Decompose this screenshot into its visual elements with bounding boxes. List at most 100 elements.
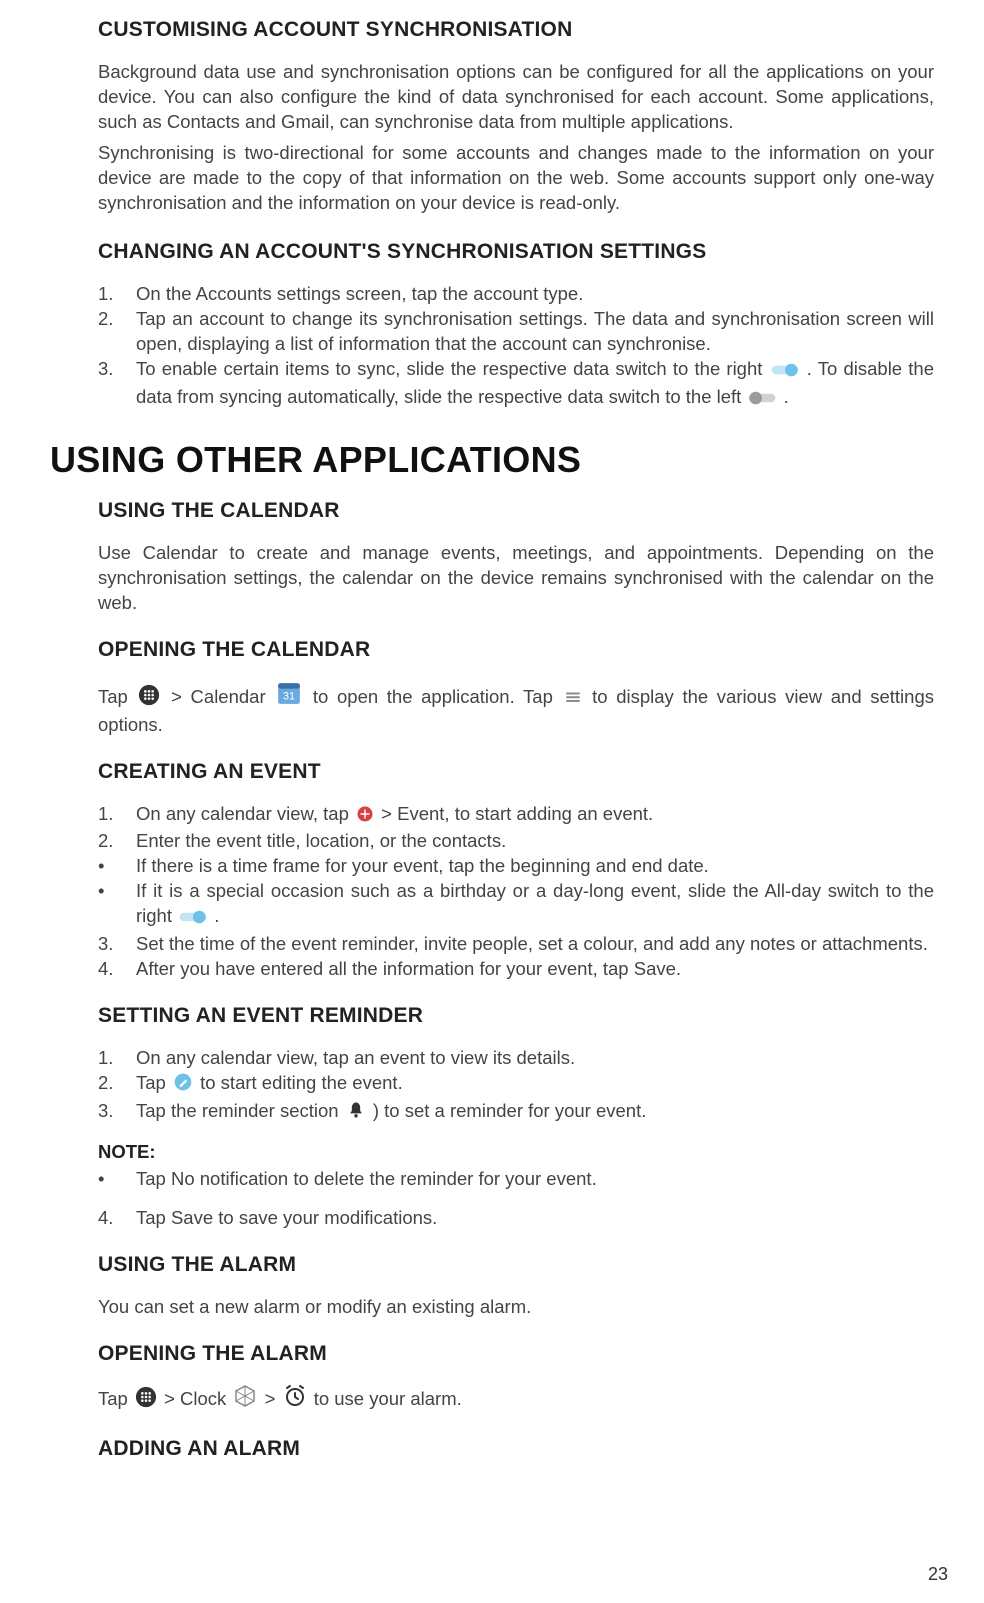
list-marker: 4.	[98, 1206, 136, 1231]
para: Tap > Calendar to open the application. …	[98, 680, 934, 738]
list-marker: 3.	[98, 357, 136, 413]
list-marker: 3.	[98, 932, 136, 957]
note-label: NOTE:	[98, 1141, 934, 1163]
list-body: Tap No notification to delete the remind…	[136, 1167, 934, 1192]
heading-customising: CUSTOMISING ACCOUNT SYNCHRONISATION	[98, 18, 934, 42]
text: >	[265, 1388, 281, 1409]
list-item: 2. Enter the event title, location, or t…	[98, 829, 934, 854]
list-body: On any calendar view, tap > Event, to st…	[136, 802, 934, 830]
menu-icon	[564, 688, 582, 713]
section-adding-alarm: ADDING AN ALARM	[98, 1437, 934, 1461]
heading-opening-alarm: OPENING THE ALARM	[98, 1342, 934, 1366]
para: Use Calendar to create and manage events…	[98, 541, 934, 616]
list-item: 4. Tap Save to save your modifications.	[98, 1206, 934, 1231]
text: Tap	[98, 1388, 133, 1409]
text: > Event, to start adding an event.	[381, 803, 653, 824]
calendar-icon	[276, 680, 302, 713]
section-using-alarm: USING THE ALARM You can set a new alarm …	[98, 1253, 934, 1320]
list-marker: 1.	[98, 1046, 136, 1071]
page-number: 23	[928, 1564, 948, 1585]
list-marker: 2.	[98, 829, 136, 854]
list-marker: 4.	[98, 957, 136, 982]
section-event-reminder: SETTING AN EVENT REMINDER 1. On any cale…	[98, 1004, 934, 1231]
text: To enable certain items to sync, slide t…	[136, 358, 769, 379]
list-marker: 3.	[98, 1099, 136, 1127]
bell-icon	[346, 1100, 366, 1127]
list-marker: 2.	[98, 1071, 136, 1099]
switch-on-icon	[771, 360, 799, 385]
heading-adding-alarm: ADDING AN ALARM	[98, 1437, 934, 1461]
text: Tap	[98, 686, 136, 707]
plus-icon	[356, 805, 374, 830]
ordered-list: 4. Tap Save to save your modifications.	[98, 1206, 934, 1231]
list-body: Tap the reminder section ) to set a remi…	[136, 1099, 934, 1127]
list-body: Set the time of the event reminder, invi…	[136, 932, 934, 957]
heading-changing-sync: CHANGING AN ACCOUNT'S SYNCHRONISATION SE…	[98, 240, 934, 264]
list-body: On any calendar view, tap an event to vi…	[136, 1046, 934, 1071]
list-item: 3. Set the time of the event reminder, i…	[98, 932, 934, 957]
list-body: Enter the event title, location, or the …	[136, 829, 934, 854]
text: to start editing the event.	[200, 1072, 403, 1093]
bullet-list: • Tap No notification to delete the remi…	[98, 1167, 934, 1192]
clock-cube-icon	[233, 1384, 257, 1415]
text: > Clock	[164, 1388, 231, 1409]
text: .	[214, 905, 219, 926]
para: Tap > Clock > to use your alarm.	[98, 1384, 934, 1415]
list-marker: 1.	[98, 802, 136, 830]
para: Synchronising is two-directional for som…	[98, 141, 934, 216]
list-item: 1. On the Accounts settings screen, tap …	[98, 282, 934, 307]
para: Background data use and synchronisation …	[98, 60, 934, 135]
switch-off-icon	[748, 388, 776, 413]
text: > Calendar	[171, 686, 274, 707]
heading-opening-calendar: OPENING THE CALENDAR	[98, 638, 934, 662]
section-customising: CUSTOMISING ACCOUNT SYNCHRONISATION Back…	[98, 18, 934, 216]
list-item: • If there is a time frame for your even…	[98, 854, 934, 879]
text: On any calendar view, tap	[136, 803, 354, 824]
ordered-list: 1. On any calendar view, tap > Event, to…	[98, 802, 934, 983]
list-body: Tap an account to change its synchronisa…	[136, 307, 934, 357]
apps-icon	[135, 1386, 157, 1415]
list-item: 4. After you have entered all the inform…	[98, 957, 934, 982]
section-opening-alarm: OPENING THE ALARM Tap > Clock > to use y…	[98, 1342, 934, 1415]
text: .	[784, 386, 789, 407]
text: ) to set a reminder for your event.	[373, 1100, 647, 1121]
text: to open the application. Tap	[313, 686, 562, 707]
para: You can set a new alarm or modify an exi…	[98, 1295, 934, 1320]
list-body: On the Accounts settings screen, tap the…	[136, 282, 934, 307]
section-opening-calendar: OPENING THE CALENDAR Tap > Calendar to o…	[98, 638, 934, 738]
pencil-icon	[173, 1072, 193, 1099]
section-using-calendar: USING THE CALENDAR Use Calendar to creat…	[98, 499, 934, 616]
page: CUSTOMISING ACCOUNT SYNCHRONISATION Back…	[0, 0, 984, 1603]
heading-event-reminder: SETTING AN EVENT REMINDER	[98, 1004, 934, 1028]
text: to use your alarm.	[314, 1388, 462, 1409]
section-creating-event: CREATING AN EVENT 1. On any calendar vie…	[98, 760, 934, 983]
ordered-list: 1. On any calendar view, tap an event to…	[98, 1046, 934, 1127]
text: Tap	[136, 1072, 171, 1093]
list-item: 3. Tap the reminder section ) to set a r…	[98, 1099, 934, 1127]
list-item: 2. Tap an account to change its synchron…	[98, 307, 934, 357]
section-changing-sync: CHANGING AN ACCOUNT'S SYNCHRONISATION SE…	[98, 240, 934, 413]
list-body: Tap to start editing the event.	[136, 1071, 934, 1099]
list-item: 1. On any calendar view, tap > Event, to…	[98, 802, 934, 830]
list-body: After you have entered all the informati…	[136, 957, 934, 982]
text: If it is a special occasion such as a bi…	[136, 880, 934, 926]
list-body: If there is a time frame for your event,…	[136, 854, 934, 879]
list-marker: •	[98, 879, 136, 932]
list-body: Tap Save to save your modifications.	[136, 1206, 934, 1231]
list-marker: •	[98, 1167, 136, 1192]
heading-using-alarm: USING THE ALARM	[98, 1253, 934, 1277]
list-item: • If it is a special occasion such as a …	[98, 879, 934, 932]
heading-creating-event: CREATING AN EVENT	[98, 760, 934, 784]
list-item: 2. Tap to start editing the event.	[98, 1071, 934, 1099]
list-body: If it is a special occasion such as a bi…	[136, 879, 934, 932]
list-item: • Tap No notification to delete the remi…	[98, 1167, 934, 1192]
text: Tap the reminder section	[136, 1100, 344, 1121]
ordered-list: 1. On the Accounts settings screen, tap …	[98, 282, 934, 413]
alarm-icon	[283, 1384, 307, 1415]
apps-icon	[138, 684, 160, 713]
list-body: To enable certain items to sync, slide t…	[136, 357, 934, 413]
list-marker: 2.	[98, 307, 136, 357]
heading-using-apps: USING OTHER APPLICATIONS	[50, 439, 934, 481]
heading-using-calendar: USING THE CALENDAR	[98, 499, 934, 523]
list-marker: 1.	[98, 282, 136, 307]
